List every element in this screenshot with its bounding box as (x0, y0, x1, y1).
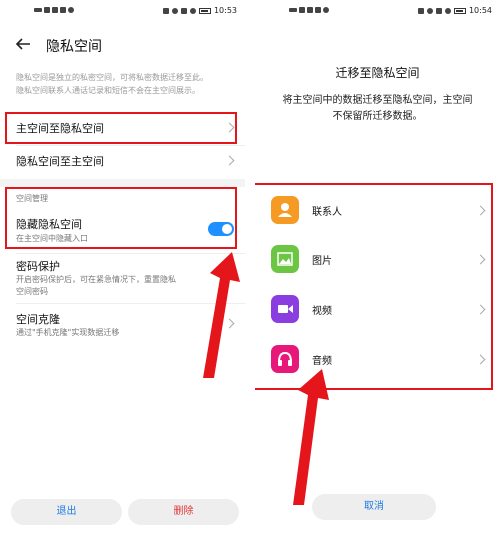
right-arrow (293, 369, 329, 505)
left-arrow (203, 252, 240, 378)
comparison-stage: 10:53 隐私空间 隐私空间是独立的私密空间，可将私密数据迁移至此。 隐私空间… (0, 0, 500, 536)
annotation-arrows (203, 252, 329, 505)
